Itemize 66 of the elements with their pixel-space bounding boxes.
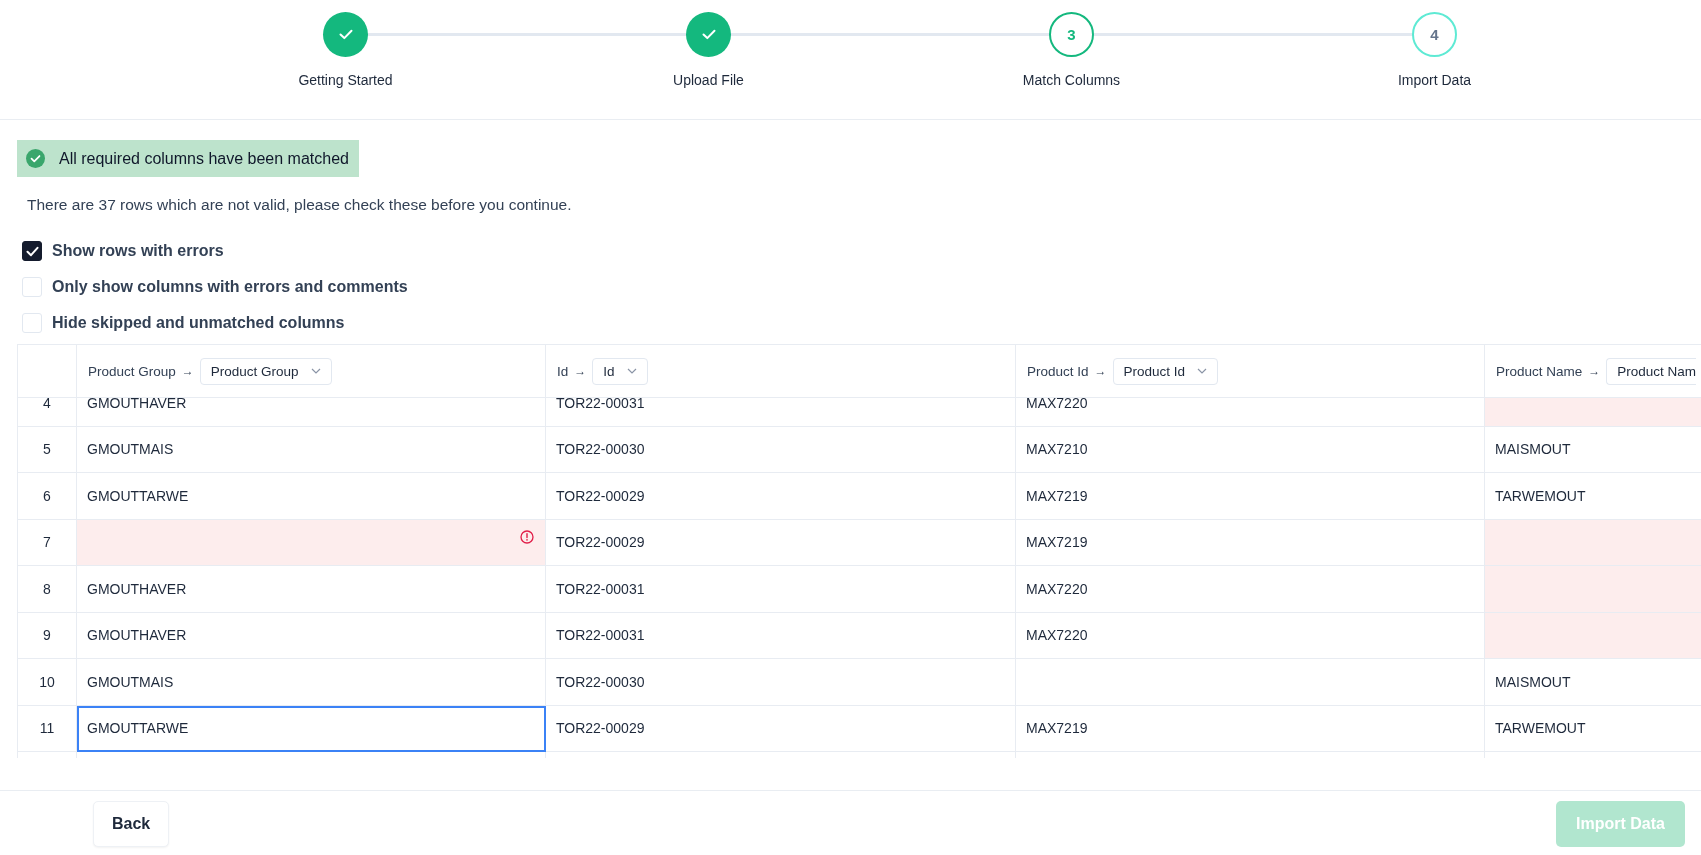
validation-message: There are 37 rows which are not valid, please check these before you continue. bbox=[27, 196, 573, 214]
checkbox-label[interactable]: Hide skipped and unmatched columns bbox=[52, 314, 345, 332]
table-cell[interactable]: GMOUTMAIS bbox=[77, 426, 546, 473]
table-cell[interactable]: MAX7220 bbox=[1016, 566, 1485, 613]
checkbox-label[interactable]: Only show columns with errors and comments bbox=[52, 278, 408, 296]
table-cell[interactable]: TOR22-00030 bbox=[546, 426, 1016, 473]
table-cell[interactable]: TARWEMOUT bbox=[1485, 473, 1701, 520]
banner-text: All required columns have been matched bbox=[59, 149, 349, 168]
step-label: Getting Started bbox=[298, 72, 393, 88]
table-cell[interactable]: TOR22-00031 bbox=[546, 398, 1016, 427]
source-column-name: Product Name bbox=[1496, 363, 1583, 379]
chevron-down-icon bbox=[1197, 368, 1208, 374]
table-cell[interactable]: GMOUTHAVER bbox=[77, 612, 546, 659]
table-cell[interactable]: MAX7220 bbox=[1016, 612, 1485, 659]
source-column-name: Product Id bbox=[1027, 363, 1089, 379]
arrow-glyph: → bbox=[574, 364, 587, 378]
chevron-down-icon bbox=[626, 368, 637, 374]
table-cell[interactable]: TOR22-00029 bbox=[546, 705, 1016, 752]
step-label: Match Columns bbox=[1022, 72, 1121, 88]
step-indicator: 4 bbox=[1412, 12, 1457, 57]
table-cell[interactable]: GMOUTMAIS bbox=[77, 659, 546, 706]
arrow-glyph: → bbox=[181, 364, 194, 378]
arrow-glyph: → bbox=[1588, 364, 1601, 378]
table-cell[interactable]: TOR22-00030 bbox=[546, 659, 1016, 706]
check-circle-icon bbox=[26, 149, 45, 168]
table-cell[interactable]: MAX7219 bbox=[1016, 473, 1485, 520]
step-label: Import Data bbox=[1397, 72, 1472, 88]
step-indicator: 3 bbox=[1049, 12, 1094, 57]
checkbox-label[interactable]: Show rows with errors bbox=[52, 242, 224, 260]
column-select[interactable]: Product Group bbox=[199, 357, 332, 385]
table-cell[interactable]: TARWEMOUT bbox=[1485, 705, 1701, 752]
row-number: 9 bbox=[18, 612, 77, 659]
source-column-name: Id bbox=[557, 363, 569, 379]
table-cell[interactable]: GMOUTHAVER bbox=[77, 566, 546, 613]
checkbox[interactable] bbox=[22, 241, 42, 261]
source-column-name: Product Group bbox=[88, 363, 176, 379]
row-number: 5 bbox=[18, 426, 77, 473]
step-label: Upload File bbox=[673, 72, 744, 88]
row-number: 8 bbox=[18, 566, 77, 613]
row-number: 10 bbox=[18, 659, 77, 706]
table-cell[interactable]: MAISMOUT bbox=[1485, 426, 1701, 473]
row-number: 4 bbox=[18, 398, 77, 427]
row-number: 11 bbox=[18, 705, 77, 752]
arrow-glyph: → bbox=[1094, 364, 1107, 378]
table-cell[interactable]: MAX7219 bbox=[1016, 519, 1485, 566]
table-cell[interactable]: GMOUTTARWE bbox=[77, 473, 546, 520]
table-cell[interactable]: MAX7210 bbox=[1016, 426, 1485, 473]
table-cell[interactable]: MAX7220 bbox=[1016, 398, 1485, 427]
chevron-down-icon bbox=[310, 368, 321, 374]
table-cell[interactable]: TOR22-00031 bbox=[546, 612, 1016, 659]
table-cell[interactable]: GMOUTHAVER bbox=[77, 398, 546, 427]
row-number: 6 bbox=[18, 473, 77, 520]
checkmark-icon bbox=[338, 29, 353, 40]
table-cell[interactable]: TOR22-00031 bbox=[546, 566, 1016, 613]
table-cell[interactable]: TOR22-00029 bbox=[546, 473, 1016, 520]
table-cell[interactable]: GMOUTTARWE bbox=[77, 705, 546, 752]
table-cell[interactable]: TOR22-00029 bbox=[546, 519, 1016, 566]
table-cell[interactable]: MAISMOUT bbox=[1485, 659, 1701, 706]
checkmark-icon bbox=[701, 29, 716, 40]
column-select[interactable]: Id bbox=[592, 357, 648, 385]
column-select[interactable]: Product Nam bbox=[1606, 357, 1697, 385]
column-select[interactable]: Product Id bbox=[1112, 357, 1219, 385]
table-cell[interactable]: MAX7219 bbox=[1016, 705, 1485, 752]
back-button[interactable]: Back bbox=[93, 801, 170, 847]
checkmark-icon bbox=[25, 245, 39, 257]
table-cell[interactable] bbox=[77, 519, 546, 566]
